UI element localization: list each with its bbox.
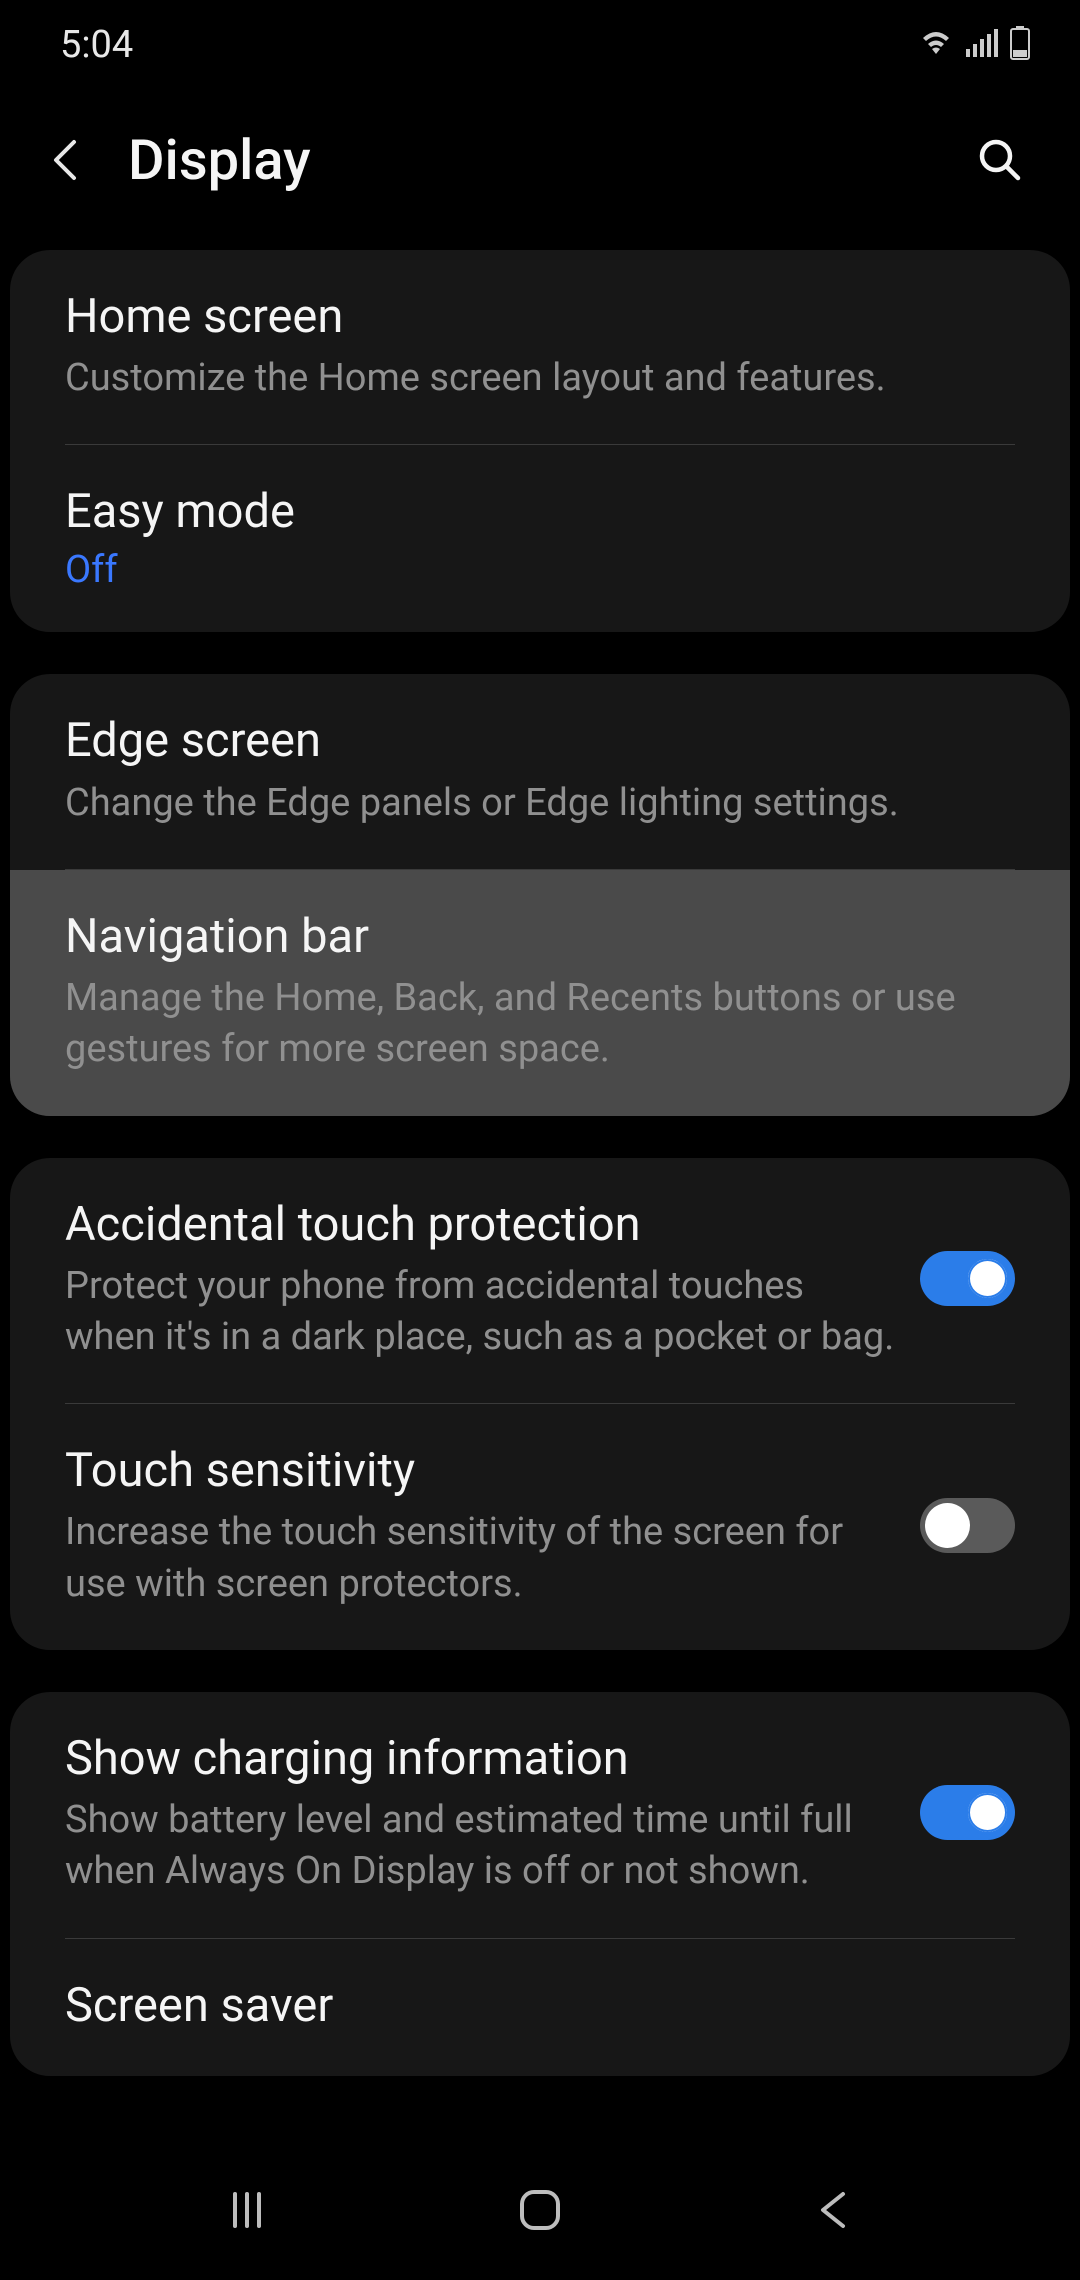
row-text: Screen saver [65,1975,1015,2036]
row-text: Accidental touch protectionProtect your … [65,1194,920,1364]
toggle-show-charging[interactable] [920,1785,1015,1840]
row-subtitle: Customize the Home screen layout and fea… [65,353,995,404]
settings-card: Show charging informationShow battery le… [10,1692,1070,2076]
battery-icon [1010,26,1030,64]
row-subtitle: Change the Edge panels or Edge lighting … [65,778,995,829]
setting-row-touch-sensitivity[interactable]: Touch sensitivityIncrease the touch sens… [10,1404,1070,1650]
app-header: Display [0,90,1080,230]
settings-card: Edge screen Change the Edge panels or Edg… [10,674,1070,1115]
search-button[interactable] [970,136,1030,184]
toggle-touch-sensitivity[interactable] [920,1498,1015,1553]
row-subtitle: Manage the Home, Back, and Recents butto… [65,973,995,1076]
row-subtitle: Protect your phone from accidental touch… [65,1261,900,1364]
row-text: Home screen Customize the Home screen lay… [65,286,1015,404]
row-status: Off [65,548,995,592]
row-title: Navigation bar [65,906,995,967]
row-title: Accidental touch protection [65,1194,900,1255]
row-text: Navigation barManage the Home, Back, and… [65,906,1015,1076]
setting-row-home-screen[interactable]: Home screen Customize the Home screen lay… [10,250,1070,444]
setting-row-easy-mode[interactable]: Easy mode Off [10,445,1070,632]
settings-card: Home screen Customize the Home screen lay… [10,250,1070,632]
signal-icon [966,29,998,61]
page-title: Display [128,127,970,193]
nav-back-button[interactable] [793,2170,873,2250]
row-text: Touch sensitivityIncrease the touch sens… [65,1440,920,1610]
row-title: Easy mode [65,481,995,542]
status-icons [918,26,1030,64]
setting-row-accidental-touch[interactable]: Accidental touch protectionProtect your … [10,1158,1070,1404]
row-text: Edge screen Change the Edge panels or Edg… [65,710,1015,828]
toggle-accidental-touch[interactable] [920,1251,1015,1306]
row-text: Show charging informationShow battery le… [65,1728,920,1898]
toggle-knob [965,1790,1010,1835]
recents-button[interactable] [207,2170,287,2250]
row-title: Touch sensitivity [65,1440,900,1501]
settings-card: Accidental touch protectionProtect your … [10,1158,1070,1650]
row-text: Easy mode Off [65,481,1015,592]
row-subtitle: Show battery level and estimated time un… [65,1795,900,1898]
status-bar: 5:04 [0,0,1080,90]
system-nav-bar [0,2140,1080,2280]
wifi-icon [918,28,954,62]
row-title: Show charging information [65,1728,900,1789]
back-button[interactable] [50,136,120,184]
setting-row-navigation-bar[interactable]: Navigation barManage the Home, Back, and… [10,870,1070,1116]
row-title: Edge screen [65,710,995,771]
toggle-knob [925,1503,970,1548]
setting-row-screen-saver[interactable]: Screen saver [10,1939,1070,2076]
row-title: Screen saver [65,1975,995,2036]
toggle-knob [965,1256,1010,1301]
row-title: Home screen [65,286,995,347]
home-button[interactable] [500,2170,580,2250]
settings-content: Home screen Customize the Home screen lay… [0,230,1080,2076]
status-time: 5:04 [60,23,133,67]
setting-row-edge-screen[interactable]: Edge screen Change the Edge panels or Edg… [10,674,1070,868]
row-subtitle: Increase the touch sensitivity of the sc… [65,1507,900,1610]
setting-row-show-charging[interactable]: Show charging informationShow battery le… [10,1692,1070,1938]
